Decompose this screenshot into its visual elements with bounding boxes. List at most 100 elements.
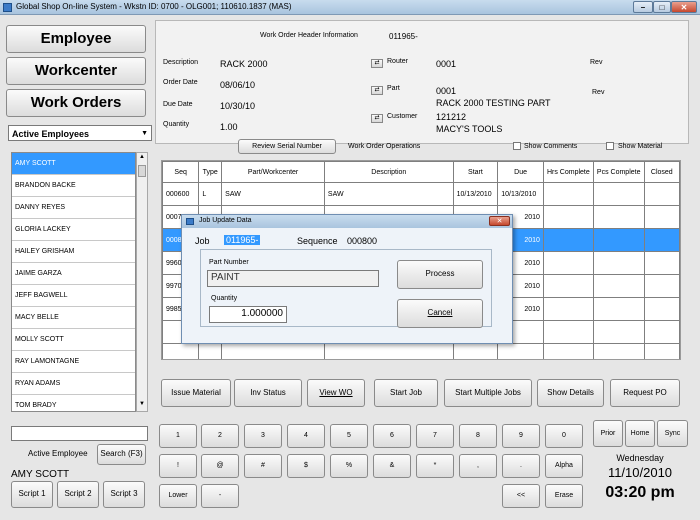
employee-item[interactable]: HAILEY GRISHAM	[12, 241, 135, 263]
table-row[interactable]: 000600 L SAW SAW 10/13/2010 10/13/2010	[162, 182, 680, 206]
backspace-key[interactable]: <<	[502, 484, 540, 508]
scroll-thumb[interactable]	[138, 165, 146, 177]
search-input[interactable]	[11, 426, 148, 441]
employee-item[interactable]: JEFF BAGWELL	[12, 285, 135, 307]
show-comments-checkbox[interactable]	[513, 142, 521, 150]
lower-key[interactable]: Lower	[159, 484, 197, 508]
workcenter-button[interactable]: Workcenter	[6, 57, 146, 85]
start-job-button[interactable]: Start Job	[374, 379, 438, 407]
col-header-due[interactable]: Due	[497, 161, 544, 183]
key-9[interactable]: 9	[502, 424, 540, 448]
cell-pcs	[592, 297, 645, 321]
maximize-button[interactable]: □	[653, 1, 671, 13]
employee-item[interactable]: JAIME GARZA	[12, 263, 135, 285]
key-exclaim[interactable]: !	[159, 454, 197, 478]
col-header-type[interactable]: Type	[198, 161, 223, 183]
key-percent[interactable]: %	[330, 454, 368, 478]
issue-material-button[interactable]: Issue Material	[161, 379, 231, 407]
employee-item[interactable]: TOM BRADY	[12, 395, 135, 411]
key-0[interactable]: 0	[545, 424, 583, 448]
part-number-label: Part Number	[209, 259, 249, 266]
active-employee-label: Active Employee	[28, 449, 88, 458]
quantity-label: Quantity	[163, 121, 190, 128]
col-header-description[interactable]: Description	[323, 161, 454, 183]
work-orders-button[interactable]: Work Orders	[6, 89, 146, 117]
key-hash[interactable]: #	[244, 454, 282, 478]
col-header-part-workcenter[interactable]: Part/Workcenter	[221, 161, 325, 183]
show-details-button[interactable]: Show Details	[537, 379, 604, 407]
inv-status-button[interactable]: Inv Status	[234, 379, 302, 407]
view-wo-button[interactable]: View WO	[307, 379, 365, 407]
col-header-start[interactable]: Start	[452, 161, 499, 183]
key-period[interactable]: .	[502, 454, 540, 478]
close-window-button[interactable]: ✕	[671, 1, 697, 13]
rev-label: Rev	[590, 59, 603, 66]
request-po-button[interactable]: Request PO	[610, 379, 680, 407]
cell-closed	[643, 274, 680, 298]
key-dash[interactable]: -	[201, 484, 239, 508]
key-comma[interactable]: ,	[459, 454, 497, 478]
employee-item[interactable]: BRANDON BACKE	[12, 175, 135, 197]
employee-item[interactable]: MOLLY SCOTT	[12, 329, 135, 351]
alpha-key[interactable]: Alpha	[545, 454, 583, 478]
quantity-value: 1.00	[220, 122, 238, 132]
col-header-pcs-complete[interactable]: Pcs Complete	[592, 161, 645, 183]
employee-list-scrollbar[interactable]: ▲ ▼	[136, 152, 148, 412]
key-3[interactable]: 3	[244, 424, 282, 448]
key-7[interactable]: 7	[416, 424, 454, 448]
cancel-button[interactable]: Cancel	[397, 299, 483, 328]
script-2-button[interactable]: Script 2	[57, 481, 99, 508]
part-number-field[interactable]: PAINT	[207, 270, 379, 287]
key-ampersand[interactable]: &	[373, 454, 411, 478]
key-2[interactable]: 2	[201, 424, 239, 448]
minimize-button[interactable]: –	[633, 1, 653, 13]
employee-item[interactable]: GLORIA LACKEY	[12, 219, 135, 241]
part-lookup-icon[interactable]: ⇄	[371, 86, 383, 95]
process-button[interactable]: Process	[397, 260, 483, 289]
employee-item[interactable]: AMY SCOTT	[12, 153, 135, 175]
cell-seq	[162, 343, 200, 359]
cell-pcs	[592, 343, 645, 359]
script-1-button[interactable]: Script 1	[11, 481, 53, 508]
col-header-hrs-complete[interactable]: Hrs Complete	[542, 161, 594, 183]
script-3-button[interactable]: Script 3	[103, 481, 145, 508]
key-6[interactable]: 6	[373, 424, 411, 448]
dialog-app-icon	[186, 218, 194, 225]
col-header-seq[interactable]: Seq	[162, 161, 200, 183]
sync-button[interactable]: Sync	[657, 420, 688, 447]
start-multiple-jobs-button[interactable]: Start Multiple Jobs	[444, 379, 532, 407]
home-button[interactable]: Home	[625, 420, 655, 447]
key-1[interactable]: 1	[159, 424, 197, 448]
description-value: RACK 2000	[220, 59, 268, 69]
dialog-quantity-field[interactable]: 1.000000	[209, 306, 287, 323]
key-dollar[interactable]: $	[287, 454, 325, 478]
scroll-down-icon[interactable]: ▼	[138, 401, 146, 409]
clock-day: Wednesday	[616, 453, 664, 463]
key-at[interactable]: @	[201, 454, 239, 478]
employee-item[interactable]: RYAN ADAMS	[12, 373, 135, 395]
employee-item[interactable]: MACY BELLE	[12, 307, 135, 329]
cell-due	[497, 343, 544, 359]
scroll-up-icon[interactable]: ▲	[138, 154, 146, 162]
router-lookup-icon[interactable]: ⇄	[371, 59, 383, 68]
search-button[interactable]: Search (F3)	[97, 444, 146, 465]
cell-pcs	[592, 205, 645, 229]
col-header-closed[interactable]: Closed	[643, 161, 680, 183]
key-5[interactable]: 5	[330, 424, 368, 448]
key-8[interactable]: 8	[459, 424, 497, 448]
employee-button[interactable]: Employee	[6, 25, 146, 53]
employee-item[interactable]: DANNY REYES	[12, 197, 135, 219]
key-4[interactable]: 4	[287, 424, 325, 448]
review-serial-button[interactable]: Review Serial Number	[238, 139, 336, 154]
order-date-label: Order Date	[163, 79, 198, 86]
dialog-close-icon[interactable]: ✕	[489, 216, 510, 226]
customer-lookup-icon[interactable]: ⇄	[371, 114, 383, 123]
prior-button[interactable]: Prior	[593, 420, 623, 447]
employee-filter-select[interactable]: Active Employees ▼	[8, 125, 152, 141]
key-asterisk[interactable]: *	[416, 454, 454, 478]
table-row[interactable]	[162, 343, 680, 359]
show-material-checkbox[interactable]	[606, 142, 614, 150]
employee-item[interactable]: RAY LAMONTAGNE	[12, 351, 135, 373]
cell-pcs	[592, 251, 645, 275]
erase-key[interactable]: Erase	[545, 484, 583, 508]
